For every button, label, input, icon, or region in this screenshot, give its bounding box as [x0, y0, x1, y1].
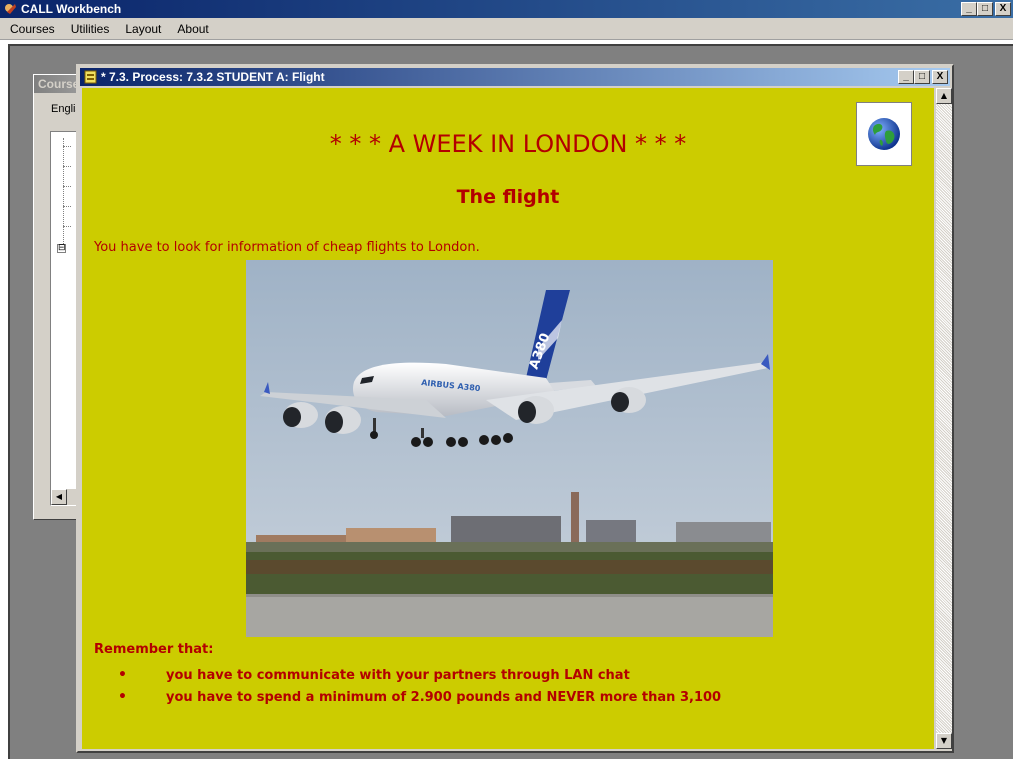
- tree-branch: [63, 186, 71, 187]
- menu-layout[interactable]: Layout: [125, 22, 161, 36]
- list-item: • you have to communicate with your part…: [118, 664, 721, 686]
- tree-collapse-icon[interactable]: ⊟: [57, 244, 66, 253]
- activity-window[interactable]: * 7.3. Process: 7.3.2 STUDENT A: Flight …: [76, 64, 954, 753]
- document-icon: [84, 70, 97, 84]
- bullet-icon: •: [118, 689, 127, 705]
- app-title-bar[interactable]: CALL Workbench _ □ X: [0, 0, 1013, 18]
- child-minimize-button[interactable]: _: [898, 70, 914, 84]
- rules-list: • you have to communicate with your part…: [118, 664, 721, 708]
- remember-label: Remember that:: [94, 642, 214, 657]
- rule-text: you have to spend a minimum of 2.900 pou…: [166, 689, 722, 705]
- airplane-photo: A380 AIRBUS A380: [246, 260, 773, 637]
- globe-icon: [868, 118, 900, 150]
- rule-text: you have to communicate with your partne…: [166, 667, 630, 683]
- app-logo-icon: [5, 4, 16, 14]
- app-title: CALL Workbench: [21, 2, 122, 16]
- close-button[interactable]: X: [995, 2, 1011, 16]
- menu-bar: Courses Utilities Layout About: [0, 18, 1013, 40]
- page-title: * * * A WEEK IN LONDON * * *: [329, 130, 687, 158]
- vertical-scrollbar[interactable]: ▲ ▼: [936, 88, 952, 749]
- activity-content: * * * A WEEK IN LONDON * * * The flight …: [82, 88, 934, 749]
- menu-courses[interactable]: Courses: [10, 22, 55, 36]
- minimize-button[interactable]: _: [961, 2, 977, 16]
- activity-window-title: * 7.3. Process: 7.3.2 STUDENT A: Flight: [101, 70, 325, 84]
- child-maximize-button[interactable]: □: [914, 70, 930, 84]
- tree-branch: [63, 226, 71, 227]
- tree-connector: [63, 138, 64, 248]
- list-item: • you have to spend a minimum of 2.900 p…: [118, 686, 721, 708]
- scroll-up-icon[interactable]: ▲: [936, 88, 952, 104]
- globe-button[interactable]: [856, 102, 912, 166]
- tree-branch: [63, 166, 71, 167]
- bullet-icon: •: [118, 667, 127, 683]
- scroll-left-icon[interactable]: ◀: [51, 489, 67, 505]
- intro-text: You have to look for information of chea…: [94, 240, 480, 255]
- page-subtitle: The flight: [456, 186, 560, 208]
- tree-branch: [63, 206, 71, 207]
- tree-branch: [63, 146, 71, 147]
- menu-utilities[interactable]: Utilities: [71, 22, 110, 36]
- maximize-button[interactable]: □: [977, 2, 993, 16]
- child-close-button[interactable]: X: [932, 70, 948, 84]
- menu-about[interactable]: About: [177, 22, 208, 36]
- scroll-down-icon[interactable]: ▼: [936, 733, 952, 749]
- activity-window-title-bar[interactable]: * 7.3. Process: 7.3.2 STUDENT A: Flight …: [80, 68, 950, 86]
